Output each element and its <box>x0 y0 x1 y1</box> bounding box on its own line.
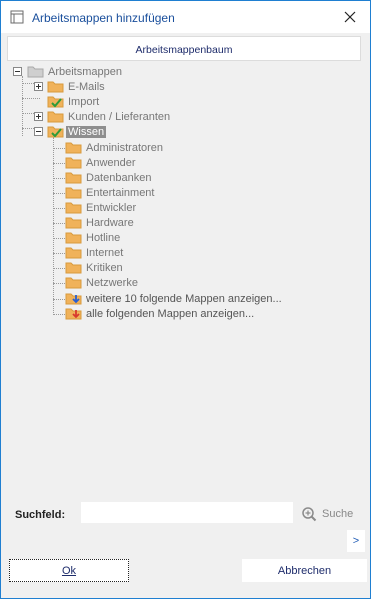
tree-node-hardware[interactable]: Hardware <box>65 215 134 230</box>
tree-node-label: Kritiken <box>86 261 123 274</box>
tree-node-entwickler[interactable]: Entwickler <box>65 200 136 215</box>
tree-connector <box>53 163 65 164</box>
tree-node-datenbanken[interactable]: Datenbanken <box>65 170 151 185</box>
tree-node-label: Administratoren <box>86 141 164 154</box>
tree-node-kunden-lieferanten[interactable]: Kunden / Lieferanten <box>47 109 170 124</box>
folder-icon <box>65 217 82 229</box>
zoom-in-icon <box>302 507 317 522</box>
plus-icon <box>36 84 41 89</box>
close-button[interactable] <box>336 5 364 29</box>
ok-button[interactable]: Ok <box>9 559 129 582</box>
folder-icon <box>47 111 64 123</box>
tree-expand-toggle-kunden[interactable] <box>34 112 43 121</box>
tab-label: Arbeitsmappenbaum <box>135 44 233 56</box>
folder-checked-icon <box>47 96 64 108</box>
close-icon <box>344 11 356 23</box>
cancel-button[interactable]: Abbrechen <box>242 559 367 582</box>
folder-arrow-down-red-icon <box>65 308 82 320</box>
tree-node-label: Anwender <box>86 156 136 169</box>
folder-arrow-down-blue-icon <box>65 293 82 305</box>
search-row: Suchfeld: Suche <box>1 501 370 527</box>
tree-node-label: Kunden / Lieferanten <box>68 110 171 123</box>
show-all-label: alle folgenden Mappen anzeigen... <box>86 307 255 320</box>
tree-connector <box>53 208 65 209</box>
folder-checked-icon <box>47 126 64 138</box>
tree-node-import[interactable]: Import <box>47 94 99 109</box>
tree-collapse-toggle-wissen[interactable] <box>34 127 43 136</box>
tree-node-kritiken[interactable]: Kritiken <box>65 260 123 275</box>
search-button[interactable]: Suche <box>301 504 353 524</box>
tree-connector <box>53 314 65 315</box>
root-folder-icon <box>27 66 44 78</box>
tree-node-anwender[interactable]: Anwender <box>65 155 136 170</box>
tree-connector <box>22 98 40 99</box>
tree-connector <box>53 178 65 179</box>
tree-node-label: Entwickler <box>86 201 137 214</box>
tree-node-hotline[interactable]: Hotline <box>65 230 120 245</box>
tree-connector <box>53 268 65 269</box>
tree-connector <box>53 238 65 239</box>
folder-icon <box>65 142 82 154</box>
tree-node-label: Import <box>68 95 100 108</box>
tree-node-label: E-Mails <box>68 80 105 93</box>
folder-icon <box>65 172 82 184</box>
tree-connector <box>53 283 65 284</box>
folder-icon <box>65 262 82 274</box>
plus-icon <box>36 114 41 119</box>
tree-node-label: Arbeitsmappen <box>48 65 122 78</box>
folder-icon <box>65 247 82 259</box>
dialog-window: Arbeitsmappen hinzufügen Arbeitsmappenba… <box>0 0 371 599</box>
folder-icon <box>65 187 82 199</box>
tree-node-entertainment[interactable]: Entertainment <box>65 185 154 200</box>
folder-icon <box>65 157 82 169</box>
tree-connector <box>53 193 65 194</box>
tree-node-arbeitsmappen[interactable]: Arbeitsmappen <box>27 64 122 79</box>
tab-arbeitsmappenbaum[interactable]: Arbeitsmappenbaum <box>7 36 361 61</box>
search-input[interactable] <box>81 502 293 523</box>
tree-expand-toggle-emails[interactable] <box>34 82 43 91</box>
expand-more-button[interactable]: > <box>347 530 365 552</box>
search-label: Suchfeld: <box>15 509 66 521</box>
tree-node-label: Hardware <box>86 216 134 229</box>
folder-icon <box>65 232 82 244</box>
tree-node-label: Datenbanken <box>86 171 152 184</box>
folder-icon <box>65 202 82 214</box>
window-title: Arbeitsmappen hinzufügen <box>32 11 175 25</box>
tree-node-internet[interactable]: Internet <box>65 245 123 260</box>
tree-node-label: Internet <box>86 246 124 259</box>
tree-node-label: Entertainment <box>86 186 155 199</box>
search-button-label: Suche <box>322 508 354 520</box>
tree-collapse-toggle-arbeitsmappen[interactable] <box>13 67 22 76</box>
show-all-folders-link[interactable]: alle folgenden Mappen anzeigen... <box>65 306 254 321</box>
window-app-icon <box>10 10 24 24</box>
folder-icon <box>47 81 64 93</box>
tree-node-netzwerke[interactable]: Netzwerke <box>65 275 138 290</box>
tree-connector <box>53 299 65 300</box>
title-bar: Arbeitsmappen hinzufügen <box>1 1 370 33</box>
tree-node-emails[interactable]: E-Mails <box>47 79 105 94</box>
tree-node-wissen[interactable]: Wissen <box>47 124 107 139</box>
tree-node-label: Hotline <box>86 231 121 244</box>
show-next-10-label: weitere 10 folgende Mappen anzeigen... <box>86 292 282 305</box>
tree-connector <box>53 223 65 224</box>
minus-icon <box>15 71 20 72</box>
tree-node-administratoren[interactable]: Administratoren <box>65 140 163 155</box>
show-next-10-folders-link[interactable]: weitere 10 folgende Mappen anzeigen... <box>65 291 282 306</box>
tree-connector <box>53 148 65 149</box>
tree-node-label: Netzwerke <box>86 276 138 289</box>
tree-node-label-selected: Wissen <box>66 125 107 138</box>
folder-icon <box>65 277 82 289</box>
minus-icon <box>36 131 41 132</box>
workbook-tree: Arbeitsmappen E-Mails Import Kunden / Li… <box>7 61 361 499</box>
tree-connector <box>22 76 23 136</box>
tree-connector <box>53 253 65 254</box>
